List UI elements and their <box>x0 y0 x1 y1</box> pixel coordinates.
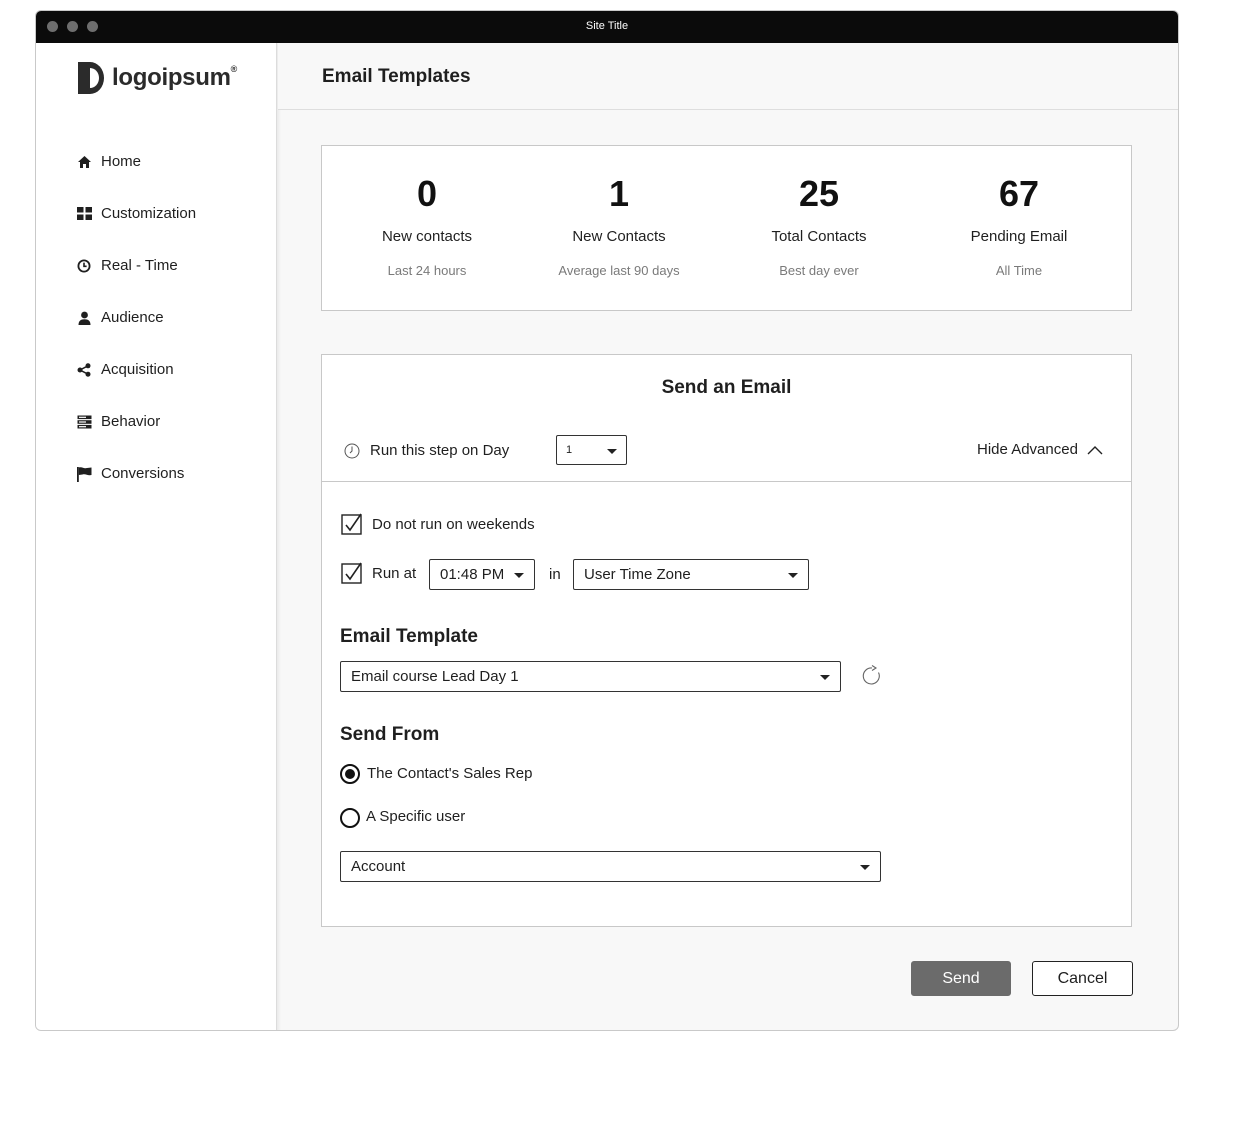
refresh-icon[interactable] <box>861 665 883 687</box>
stats-card: 0 New contacts Last 24 hours 1 New Conta… <box>321 145 1132 311</box>
run-at-label: Run at <box>372 565 417 582</box>
time-select[interactable]: 01:48 PM <box>429 559 535 590</box>
card-divider <box>322 481 1131 482</box>
user-icon <box>76 310 92 326</box>
clock-icon <box>344 443 360 458</box>
title-bar: Site Title <box>36 11 1178 43</box>
weekends-label: Do not run on weekends <box>372 516 535 533</box>
sidebar-item-home[interactable]: Home <box>76 153 141 170</box>
server-icon <box>76 414 92 430</box>
app-window: Site Title logoipsum® Home Customization <box>35 10 1179 1031</box>
stat-value: 1 <box>608 173 630 214</box>
sales-rep-radio[interactable] <box>340 764 360 784</box>
hide-advanced-toggle[interactable]: Hide Advanced <box>977 441 1103 458</box>
brand-name: logoipsum® <box>112 64 237 91</box>
page-title: Email Templates <box>322 66 471 87</box>
sidebar-item-label: Home <box>101 153 142 170</box>
stat-subtitle: Average last 90 days <box>558 263 680 278</box>
stat-label: New Contacts <box>572 228 666 245</box>
chevron-down-icon <box>788 573 798 578</box>
logo-mark-icon <box>78 62 104 94</box>
stat-value: 0 <box>416 173 438 214</box>
chevron-down-icon <box>820 675 830 680</box>
clock-icon <box>76 258 92 274</box>
stat-label: New contacts <box>381 228 473 245</box>
email-template-heading: Email Template <box>340 626 478 647</box>
chevron-down-icon <box>860 865 870 870</box>
run-step-row: Run this step on Day <box>344 442 509 459</box>
timezone-select[interactable]: User Time Zone <box>573 559 809 590</box>
weekends-checkbox[interactable] <box>341 513 363 535</box>
cancel-button[interactable]: Cancel <box>1032 961 1133 996</box>
time-select-value: 01:48 PM <box>440 566 505 583</box>
flag-icon <box>76 466 92 482</box>
chevron-down-icon <box>514 573 524 578</box>
run-step-label: Run this step on Day <box>370 442 510 459</box>
account-select-value: Account <box>351 858 406 875</box>
grid-icon <box>76 206 92 222</box>
stat-label: Pending Email <box>970 228 1068 245</box>
account-select[interactable]: Account <box>340 851 881 882</box>
stat-label: Total Contacts <box>771 228 867 245</box>
sales-rep-label: The Contact's Sales Rep <box>367 765 533 782</box>
email-template-value: Email course Lead Day 1 <box>351 668 519 685</box>
sidebar: logoipsum® Home Customization Real - Tim… <box>36 43 277 1030</box>
main-header: Email Templates <box>278 43 1178 110</box>
email-template-select[interactable]: Email course Lead Day 1 <box>340 661 841 692</box>
sidebar-item-audience[interactable]: Audience <box>76 309 164 326</box>
run-at-checkbox[interactable] <box>341 562 363 584</box>
stat-subtitle: Last 24 hours <box>387 263 467 278</box>
specific-user-label: A Specific user <box>366 808 466 825</box>
send-button[interactable]: Send <box>911 961 1011 996</box>
sidebar-item-label: Acquisition <box>101 361 174 378</box>
window-title: Site Title <box>585 20 629 32</box>
send-email-card: Send an Email Run this step on Day 1 Hid… <box>321 354 1132 927</box>
day-select[interactable]: 1 <box>556 435 627 465</box>
sidebar-item-label: Behavior <box>101 413 161 430</box>
brand-logo[interactable]: logoipsum® <box>76 60 237 96</box>
stat-subtitle: All Time <box>995 263 1043 278</box>
send-from-heading: Send From <box>340 724 440 745</box>
chevron-up-icon <box>1087 445 1103 454</box>
specific-user-radio[interactable] <box>340 808 360 828</box>
sidebar-item-real-time[interactable]: Real - Time <box>76 257 178 274</box>
stat-value: 25 <box>798 173 840 214</box>
home-icon <box>76 154 92 170</box>
hide-advanced-label: Hide Advanced <box>977 441 1078 458</box>
sidebar-item-acquisition[interactable]: Acquisition <box>76 361 174 378</box>
sidebar-item-label: Customization <box>101 205 197 222</box>
stat-value: 67 <box>998 173 1040 214</box>
sidebar-item-conversions[interactable]: Conversions <box>76 465 184 482</box>
sidebar-item-label: Audience <box>101 309 164 326</box>
day-select-value: 1 <box>566 444 573 456</box>
send-email-title: Send an Email <box>661 377 792 398</box>
sidebar-item-behavior[interactable]: Behavior <box>76 413 160 430</box>
chevron-down-icon <box>607 449 617 454</box>
sidebar-item-label: Conversions <box>101 465 185 482</box>
share-icon <box>76 362 92 378</box>
sidebar-item-customization[interactable]: Customization <box>76 205 196 222</box>
stat-subtitle: Best day ever <box>779 263 859 278</box>
timezone-select-value: User Time Zone <box>584 566 691 583</box>
in-label: in <box>549 566 561 583</box>
sidebar-item-label: Real - Time <box>101 257 178 274</box>
